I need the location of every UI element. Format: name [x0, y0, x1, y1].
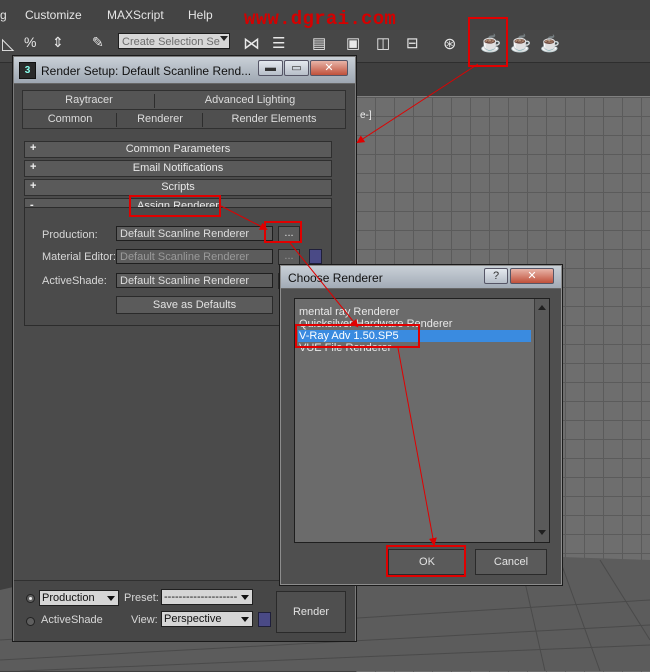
- rollout-label: Email Notifications: [132, 162, 224, 174]
- production-browse-button[interactable]: ...: [278, 226, 300, 242]
- production-mode-value: Production: [42, 592, 95, 604]
- list-scrollbar[interactable]: [534, 299, 549, 542]
- render-setup-icon[interactable]: ☕: [480, 34, 501, 54]
- tab-common[interactable]: Common: [24, 110, 116, 128]
- production-label: Production:: [42, 229, 98, 241]
- rollout-scripts[interactable]: + Scripts: [24, 179, 332, 196]
- help-button[interactable]: ?: [484, 268, 508, 284]
- menu-item-maxscript[interactable]: MAXScript: [107, 8, 164, 22]
- expand-icon: +: [30, 161, 37, 173]
- app-logo-icon: 3: [19, 62, 36, 79]
- render-setup-title: Render Setup: Default Scanline Rend...: [41, 64, 252, 78]
- tab-advanced-lighting[interactable]: Advanced Lighting: [156, 91, 344, 109]
- menu-bar: g Customize MAXScript Help www.dgrai.com: [0, 0, 650, 31]
- chevron-down-icon: [241, 595, 249, 600]
- material-editor-label: Material Editor:: [42, 251, 116, 263]
- render-iterative-icon[interactable]: ☕: [540, 34, 560, 54]
- production-renderer-field: Default Scanline Renderer: [116, 226, 273, 241]
- scroll-down-icon[interactable]: [538, 530, 546, 535]
- list-item-quicksilver[interactable]: Quicksilver Hardware Renderer: [298, 318, 531, 330]
- watermark-text: www.dgrai.com: [244, 8, 397, 30]
- render-button[interactable]: Render: [276, 591, 346, 633]
- viewport-label[interactable]: e-]: [360, 110, 372, 121]
- production-mode-select[interactable]: Production: [39, 590, 119, 606]
- edit-named-selection-icon[interactable]: ✎: [92, 34, 104, 51]
- rollout-label: Common Parameters: [125, 143, 231, 155]
- material-editor-icon[interactable]: ⊟: [406, 34, 419, 52]
- view-select[interactable]: Perspective: [161, 611, 253, 627]
- select-region-icon[interactable]: ◺: [2, 34, 14, 54]
- production-radio[interactable]: [26, 594, 35, 603]
- activeshade-renderer-field: Default Scanline Renderer: [116, 273, 273, 288]
- rollout-common-parameters[interactable]: + Common Parameters: [24, 141, 332, 158]
- preset-value: --------------------: [164, 591, 238, 603]
- chevron-down-icon: [107, 596, 115, 601]
- lock-icon[interactable]: [258, 612, 271, 627]
- preset-select[interactable]: --------------------: [161, 589, 253, 605]
- render-setup-bottom-bar: Production Preset: -------------------- …: [14, 580, 355, 641]
- maximize-button[interactable]: ▭: [284, 60, 309, 76]
- rollout-label: Scripts: [161, 181, 195, 193]
- tab-render-elements[interactable]: Render Elements: [204, 110, 344, 128]
- view-value: Perspective: [164, 613, 222, 625]
- minimize-button[interactable]: ▬: [258, 60, 283, 76]
- tab-renderer[interactable]: Renderer: [118, 110, 202, 128]
- choose-renderer-title: Choose Renderer: [288, 271, 383, 285]
- list-item-vray[interactable]: V-Ray Adv 1.50.SP5: [298, 330, 531, 342]
- save-as-defaults-button[interactable]: Save as Defaults: [116, 296, 273, 314]
- menu-item-customize[interactable]: Customize: [25, 8, 82, 22]
- rollout-email-notifications[interactable]: + Email Notifications: [24, 160, 332, 177]
- menu-item-help[interactable]: Help: [188, 8, 213, 22]
- material-editor-renderer-field: Default Scanline Renderer: [116, 249, 273, 264]
- preset-label: Preset:: [124, 592, 159, 604]
- schematic-view-icon[interactable]: ◫: [376, 34, 390, 52]
- tab-raytracer[interactable]: Raytracer: [24, 91, 154, 109]
- align-icon[interactable]: ☰: [272, 34, 285, 52]
- spinner-snap-icon[interactable]: ⇕: [52, 34, 64, 51]
- curve-editor-icon[interactable]: ▣: [346, 34, 360, 52]
- ok-button[interactable]: OK: [388, 549, 466, 575]
- activeshade-label: ActiveShade:: [42, 275, 107, 287]
- choose-renderer-dialog: Choose Renderer ? ✕ mental ray Renderer …: [280, 265, 562, 585]
- mirror-icon[interactable]: ⋈: [243, 34, 260, 54]
- material-editor-browse-button[interactable]: ...: [278, 249, 300, 265]
- cancel-button[interactable]: Cancel: [475, 549, 547, 575]
- menu-item-partial[interactable]: g: [0, 8, 7, 22]
- list-item-vue[interactable]: VUE File Renderer: [298, 342, 531, 354]
- activeshade-radio-label[interactable]: ActiveShade: [41, 614, 103, 626]
- close-button[interactable]: ✕: [310, 60, 348, 76]
- activeshade-radio[interactable]: [26, 617, 35, 626]
- render-production-icon[interactable]: ☕: [510, 34, 531, 54]
- render-setup-titlebar[interactable]: 3 Render Setup: Default Scanline Rend...…: [14, 57, 355, 84]
- choose-renderer-titlebar[interactable]: Choose Renderer ? ✕: [281, 266, 561, 289]
- close-button[interactable]: ✕: [510, 268, 554, 284]
- layer-manager-icon[interactable]: ▤: [312, 34, 326, 52]
- list-item-mental-ray[interactable]: mental ray Renderer: [298, 306, 531, 318]
- selection-set-field[interactable]: Create Selection Se: [118, 33, 230, 49]
- expand-icon: +: [30, 142, 37, 154]
- lock-icon[interactable]: [309, 249, 322, 264]
- chevron-down-icon: [241, 617, 249, 622]
- rendered-frame-window-icon[interactable]: ⊛: [443, 34, 456, 54]
- view-label: View:: [131, 614, 158, 626]
- scroll-up-icon[interactable]: [538, 305, 546, 310]
- chevron-down-icon[interactable]: [220, 36, 228, 41]
- percent-snap-icon[interactable]: %: [24, 34, 36, 50]
- expand-icon: +: [30, 180, 37, 192]
- renderer-list[interactable]: mental ray Renderer Quicksilver Hardware…: [294, 298, 550, 543]
